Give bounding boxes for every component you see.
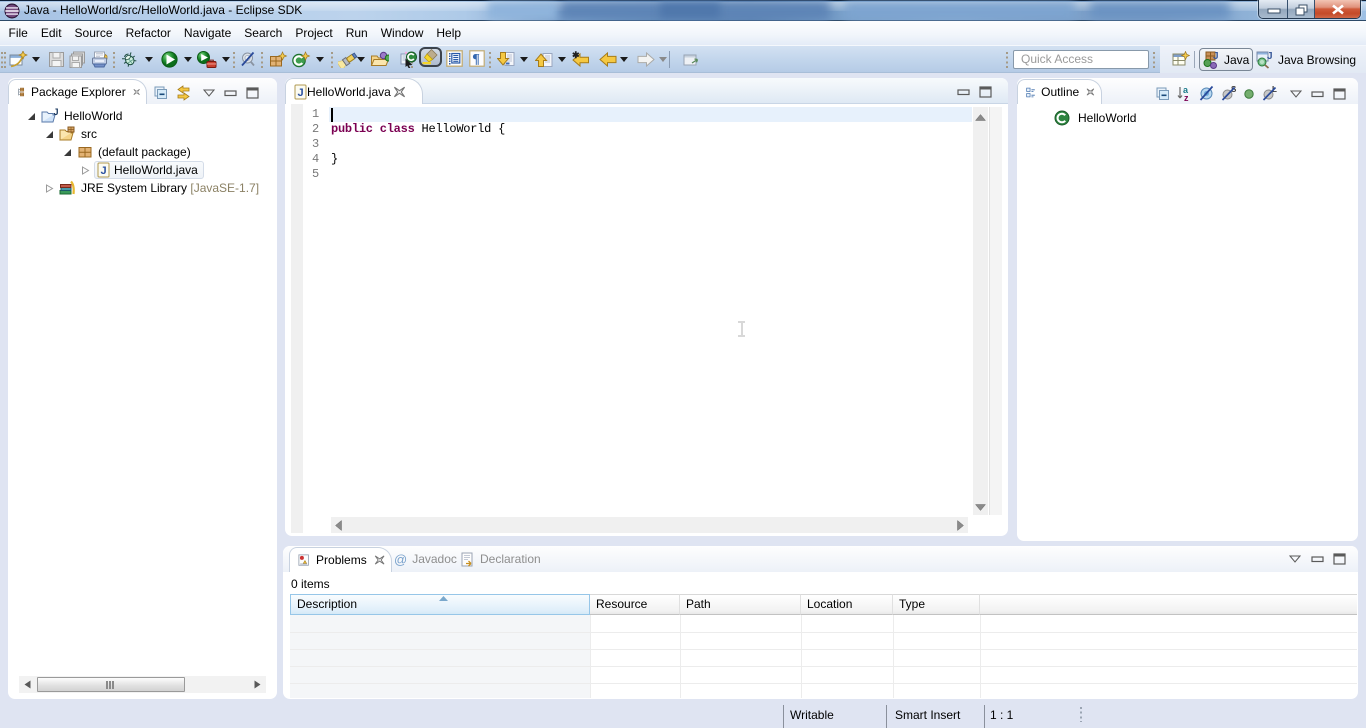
svg-text:z: z — [1184, 93, 1189, 102]
svg-text:¶: ¶ — [472, 52, 480, 67]
svg-text:J: J — [1267, 51, 1273, 62]
svg-text:J: J — [1213, 51, 1219, 62]
svg-text:J: J — [101, 165, 107, 177]
svg-text:J: J — [54, 108, 59, 117]
svg-text:J: J — [298, 87, 304, 99]
svg-text:✱: ✱ — [572, 51, 580, 60]
